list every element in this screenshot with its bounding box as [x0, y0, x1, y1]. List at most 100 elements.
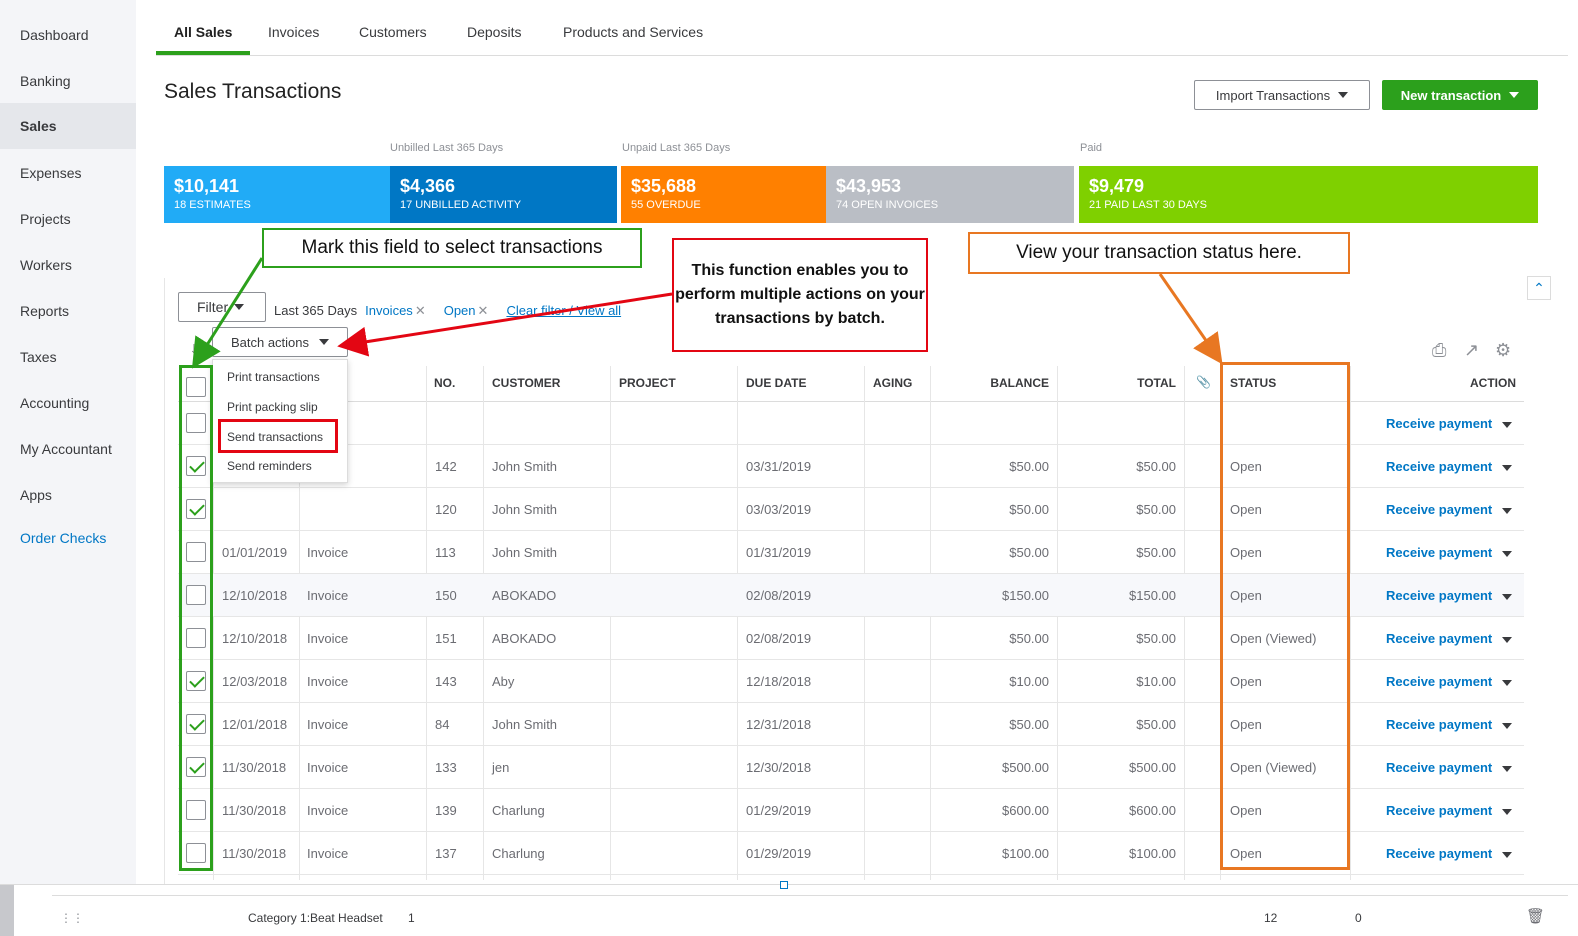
tab-all-sales[interactable]: All Sales [174, 24, 232, 40]
chevron-down-icon[interactable] [1502, 637, 1512, 643]
overdue-segment[interactable]: $35,688 55 OVERDUE [621, 166, 826, 223]
sales-tabs: All Sales Invoices Customers Deposits Pr… [156, 0, 1568, 56]
cell-due-date: 02/08/2019 [746, 588, 812, 603]
column-project[interactable]: PROJECT [619, 376, 676, 390]
chevron-down-icon [1509, 92, 1520, 98]
tab-deposits[interactable]: Deposits [467, 24, 521, 40]
collapse-chevron-up-icon[interactable]: ⌃ [1527, 276, 1551, 300]
chevron-down-icon[interactable] [1502, 766, 1512, 772]
cell-due-date: 01/31/2019 [746, 545, 812, 560]
chevron-down-icon[interactable] [1502, 551, 1512, 557]
menu-print-packing-slip[interactable]: Print packing slip [227, 400, 318, 414]
gear-icon[interactable]: ⚙ [1495, 340, 1511, 361]
nav-reports[interactable]: Reports [0, 288, 136, 334]
chevron-down-icon[interactable] [1502, 809, 1512, 815]
cell-total: $600.00 [1129, 803, 1176, 818]
chevron-down-icon[interactable] [1502, 852, 1512, 858]
chevron-down-icon[interactable] [1502, 422, 1512, 428]
cell-no: 137 [435, 846, 457, 861]
chevron-down-icon[interactable] [1502, 680, 1512, 686]
chevron-down-icon[interactable] [1502, 508, 1512, 514]
order-checks-link[interactable]: Order Checks [0, 515, 136, 561]
receive-payment-link[interactable]: Receive payment [1386, 803, 1492, 818]
left-navigation: Dashboard Banking Sales Expenses Project… [0, 0, 136, 884]
open-invoices-segment[interactable]: $43,953 74 OPEN INVOICES [826, 166, 1074, 223]
filter-chip-open[interactable]: Open [444, 303, 476, 318]
cell-type: Invoice [307, 631, 349, 646]
nav-projects[interactable]: Projects [0, 196, 136, 242]
receive-payment-link[interactable]: Receive payment [1386, 459, 1492, 474]
column-due-date[interactable]: DUE DATE [746, 376, 806, 390]
receive-payment-link[interactable]: Receive payment [1386, 760, 1492, 775]
nav-sales[interactable]: Sales [0, 103, 136, 149]
nav-workers[interactable]: Workers [0, 242, 136, 288]
column-customer[interactable]: CUSTOMER [492, 376, 560, 390]
cell-no: 142 [435, 459, 457, 474]
cell-total: $500.00 [1129, 760, 1176, 775]
cell-total: $50.00 [1136, 717, 1176, 732]
cell-type: Invoice [307, 588, 349, 603]
cell-customer: ABOKADO [492, 631, 557, 646]
receive-payment-link[interactable]: Receive payment [1386, 846, 1492, 861]
column-aging[interactable]: AGING [873, 376, 912, 390]
paid-label: 21 PAID LAST 30 DAYS [1089, 199, 1208, 211]
nav-expenses[interactable]: Expenses [0, 150, 136, 196]
nav-my-accountant[interactable]: My Accountant [0, 426, 136, 472]
cell-no: 143 [435, 674, 457, 689]
cell-type: Invoice [307, 545, 349, 560]
column-total[interactable]: TOTAL [1137, 376, 1176, 390]
receive-payment-link[interactable]: Receive payment [1386, 416, 1492, 431]
cell-date: 12/10/2018 [222, 631, 288, 646]
column-no[interactable]: NO. [434, 376, 455, 390]
sort-arrow-icon: ↓ [190, 340, 198, 357]
batch-actions-button[interactable]: Batch actions [212, 327, 348, 357]
menu-send-reminders[interactable]: Send reminders [227, 459, 312, 473]
trash-icon[interactable]: 🗑 [1526, 907, 1545, 925]
chevron-down-icon[interactable] [1502, 723, 1512, 729]
active-tab-indicator [156, 51, 250, 55]
receive-payment-link[interactable]: Receive payment [1386, 631, 1492, 646]
receive-payment-link[interactable]: Receive payment [1386, 545, 1492, 560]
cell-date: 12/01/2018 [222, 717, 288, 732]
tab-customers[interactable]: Customers [359, 24, 427, 40]
receive-payment-link[interactable]: Receive payment [1386, 588, 1492, 603]
chevron-down-icon[interactable] [1502, 594, 1512, 600]
estimates-segment[interactable]: $10,141 18 ESTIMATES [164, 166, 390, 223]
cell-date: 12/03/2018 [222, 674, 288, 689]
receive-payment-link[interactable]: Receive payment [1386, 674, 1492, 689]
print-icon[interactable]: ⎙ [1432, 340, 1446, 361]
cell-customer: John Smith [492, 545, 558, 560]
paperclip-icon: 📎 [1196, 375, 1211, 389]
paid-segment[interactable]: $9,479 21 PAID LAST 30 DAYS [1079, 166, 1538, 223]
nav-dashboard[interactable]: Dashboard [0, 12, 136, 58]
cell-balance: $10.00 [1009, 674, 1049, 689]
nav-banking[interactable]: Banking [0, 58, 136, 104]
new-transaction-button[interactable]: New transaction [1382, 80, 1538, 110]
receive-payment-link[interactable]: Receive payment [1386, 502, 1492, 517]
paid-band-label: Paid [1080, 142, 1103, 154]
tab-products-and-services[interactable]: Products and Services [563, 24, 703, 40]
cell-balance: $50.00 [1009, 717, 1049, 732]
menu-print-transactions[interactable]: Print transactions [227, 370, 320, 384]
nav-accounting[interactable]: Accounting [0, 380, 136, 426]
column-balance[interactable]: BALANCE [990, 376, 1049, 390]
remove-filter-icon[interactable]: ✕ [478, 303, 489, 318]
unbilled-activity-segment[interactable]: $4,366 17 UNBILLED ACTIVITY [390, 166, 617, 223]
cell-date: 11/30/2018 [222, 846, 287, 861]
cell-total: $150.00 [1129, 588, 1176, 603]
cell-customer: ABOKADO [492, 588, 557, 603]
chevron-down-icon[interactable] [1502, 465, 1512, 471]
tab-invoices[interactable]: Invoices [268, 24, 319, 40]
nav-apps[interactable]: Apps [0, 472, 136, 518]
import-transactions-button[interactable]: Import Transactions [1194, 80, 1370, 110]
filter-chip-invoices[interactable]: Invoices [365, 303, 413, 318]
drag-handle-icon[interactable]: ⋮⋮ [60, 911, 84, 925]
export-icon[interactable]: ↗ [1464, 340, 1479, 361]
nav-taxes[interactable]: Taxes [0, 334, 136, 380]
clear-filter-link[interactable]: Clear filter / View all [506, 303, 621, 319]
filter-button[interactable]: Filter [178, 292, 266, 322]
resize-handle[interactable] [780, 881, 788, 889]
receive-payment-link[interactable]: Receive payment [1386, 717, 1492, 732]
cell-due-date: 03/03/2019 [746, 502, 812, 517]
remove-filter-icon[interactable]: ✕ [415, 303, 426, 318]
